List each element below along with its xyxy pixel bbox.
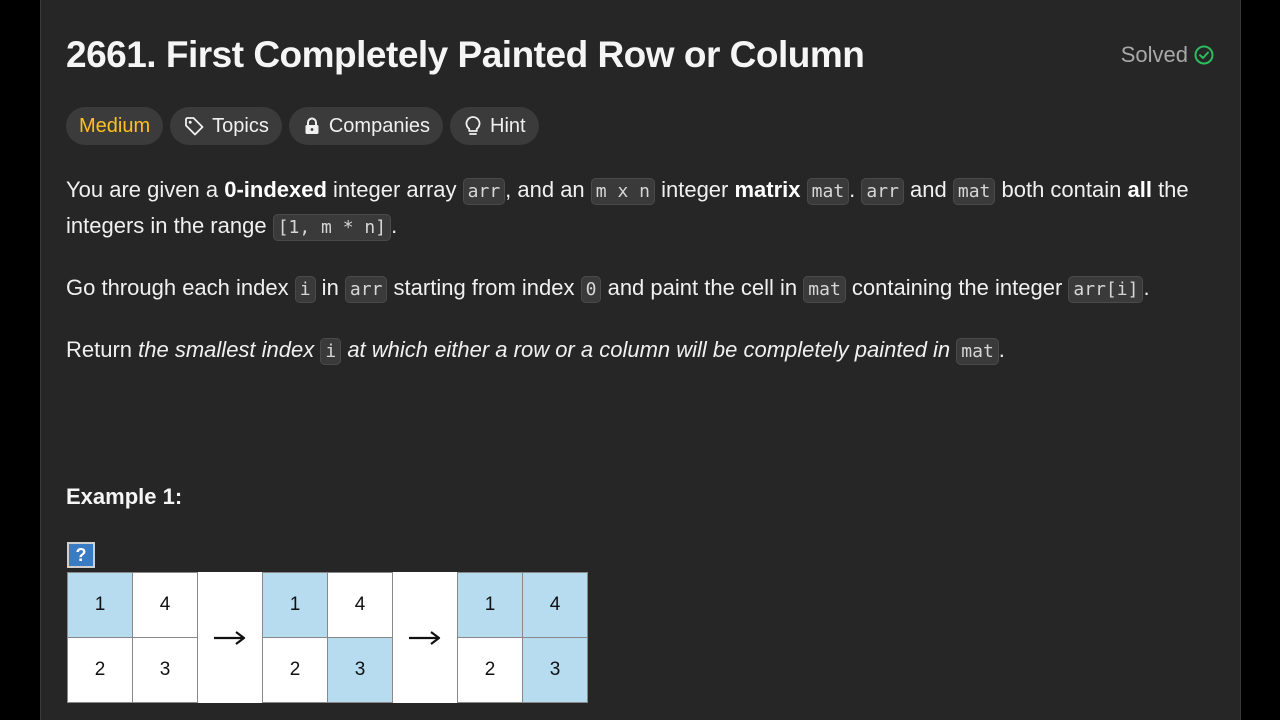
statement-text: . xyxy=(391,213,398,238)
statement-text: and xyxy=(903,177,953,202)
inline-code: m x n xyxy=(590,178,655,205)
inline-code: arr xyxy=(344,276,388,303)
difficulty-badge: Medium xyxy=(66,107,164,145)
statement-text: . xyxy=(998,337,1005,362)
inline-code: arr xyxy=(861,178,904,205)
statement-paragraph-3: Return the smallest index i at which eit… xyxy=(66,333,1226,369)
bold-text: 0-indexed xyxy=(224,177,327,202)
matrix-cell-painted: 3 xyxy=(328,638,392,702)
statement-text: Go through each index xyxy=(66,275,295,300)
statement-text: integer array xyxy=(326,177,463,202)
matrix-cell: 2 xyxy=(68,638,132,702)
topics-label: Topics xyxy=(212,114,269,137)
inline-code: 0 xyxy=(580,276,602,303)
statement-text: in xyxy=(315,275,345,300)
matrix-grid: 1423 xyxy=(67,572,198,703)
matrix-cell-painted: 1 xyxy=(68,573,132,637)
hint-button[interactable]: Hint xyxy=(450,107,539,145)
example-1-title: Example 1: xyxy=(66,484,183,509)
example-1-diagram: 142314231423 xyxy=(67,572,588,703)
companies-label: Companies xyxy=(328,114,431,137)
matrix-grid: 1423 xyxy=(262,572,393,703)
topics-button[interactable]: Topics xyxy=(170,107,282,145)
matrix-cell: 2 xyxy=(263,638,327,702)
matrix-cell: 4 xyxy=(328,573,392,637)
statement-text: containing the integer xyxy=(845,275,1069,300)
statement-text: Return xyxy=(66,337,139,362)
matrix-cell: 2 xyxy=(458,638,522,702)
lock-icon xyxy=(302,116,322,136)
inline-code: arr xyxy=(462,178,506,205)
solved-label: Solved xyxy=(1120,42,1188,67)
statement-paragraph-2: Go through each index i in arr starting … xyxy=(66,271,1226,307)
italic-text: the smallest index xyxy=(138,337,321,362)
problem-tags: Medium Topics Companies Hint xyxy=(66,107,539,145)
statement-text: and paint the cell in xyxy=(601,275,804,300)
problem-description-panel: 2661. First Completely Painted Row or Co… xyxy=(40,0,1241,720)
problem-title: 2661. First Completely Painted Row or Co… xyxy=(66,34,865,75)
tag-icon xyxy=(183,115,205,137)
matrix-cell-painted: 4 xyxy=(523,573,587,637)
inline-code: mat xyxy=(952,178,996,205)
inline-code: mat xyxy=(806,178,850,205)
bold-text: matrix xyxy=(734,177,801,202)
broken-image-icon: ? xyxy=(67,542,95,568)
solved-status: Solved xyxy=(1121,42,1214,68)
italic-text: at which either a row or a column will b… xyxy=(341,337,957,362)
lightbulb-icon xyxy=(463,115,483,137)
inline-code: arr[i] xyxy=(1068,276,1144,303)
arrow-right-icon xyxy=(393,572,457,703)
statement-text: You are given a xyxy=(66,177,225,202)
statement-text: starting from index xyxy=(387,275,581,300)
inline-code: mat xyxy=(956,338,999,365)
inline-code: mat xyxy=(803,276,846,303)
difficulty-label: Medium xyxy=(79,114,151,137)
inline-code: i xyxy=(320,338,342,365)
bold-text: all xyxy=(1127,177,1152,202)
statement-text: , and an xyxy=(505,177,591,202)
matrix-cell-painted: 3 xyxy=(523,638,587,702)
arrow-right-icon xyxy=(198,572,262,703)
hint-label: Hint xyxy=(490,114,526,137)
statement-text: both contain xyxy=(995,177,1128,202)
matrix-cell-painted: 1 xyxy=(458,573,522,637)
check-circle-icon xyxy=(1194,45,1214,65)
inline-code: [1, m * n] xyxy=(272,214,392,241)
problem-statement: You are given a 0-indexed integer array … xyxy=(66,173,1226,395)
inline-code: i xyxy=(294,276,316,303)
matrix-cell: 4 xyxy=(133,573,197,637)
matrix-cell-painted: 1 xyxy=(263,573,327,637)
companies-button[interactable]: Companies xyxy=(288,107,444,145)
matrix-cell: 3 xyxy=(133,638,197,702)
statement-text: integer xyxy=(654,177,735,202)
statement-text: . xyxy=(1143,275,1150,300)
statement-text xyxy=(801,177,807,202)
matrix-grid: 1423 xyxy=(457,572,588,703)
statement-text: . xyxy=(849,177,862,202)
statement-paragraph-1: You are given a 0-indexed integer array … xyxy=(66,173,1226,245)
